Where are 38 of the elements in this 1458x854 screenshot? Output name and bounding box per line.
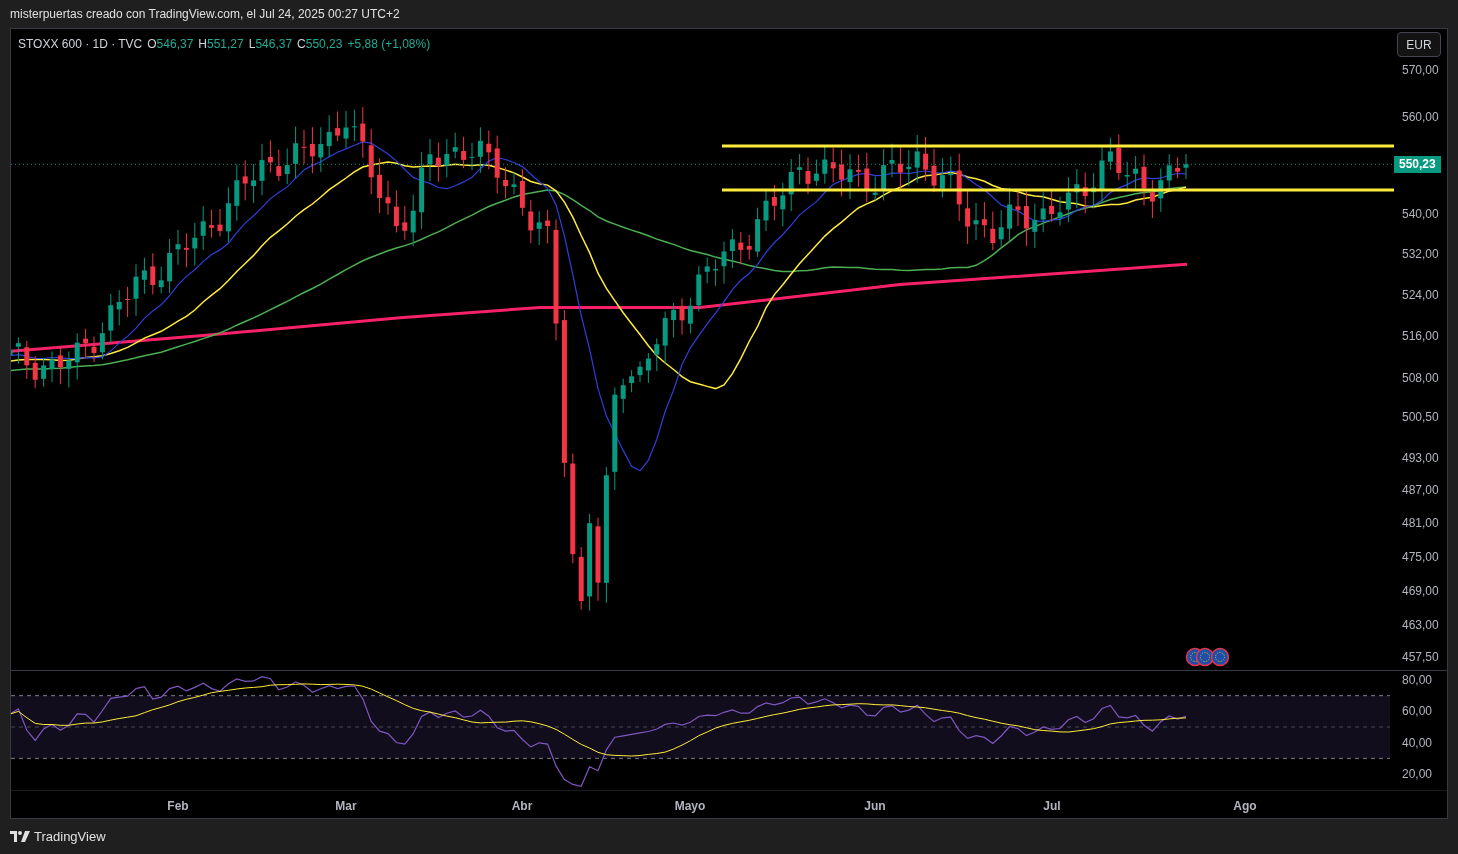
brand-logo-icon bbox=[10, 831, 30, 842]
price-axis-label: 560,00 bbox=[1402, 110, 1439, 125]
time-axis-label: Abr bbox=[511, 798, 533, 815]
price-axis-label: 570,00 bbox=[1402, 63, 1439, 77]
rsi-axis-label: 60,00 bbox=[1402, 704, 1433, 719]
price-axis-label: 532,00 bbox=[1402, 247, 1439, 262]
ohlc-value: C550,23 bbox=[297, 36, 343, 53]
price-axis-label: 469,00 bbox=[1402, 583, 1439, 598]
time-axis-label: Ago bbox=[1233, 798, 1257, 815]
price-axis-label: 463,00 bbox=[1402, 618, 1439, 633]
time-axis-label: Feb bbox=[167, 798, 189, 815]
price-axis-label: 516,00 bbox=[1402, 328, 1439, 343]
price-axis-label: 500,50 bbox=[1402, 410, 1439, 425]
event-flag-icon[interactable] bbox=[1210, 647, 1230, 667]
rsi-axis-label: 80,00 bbox=[1402, 673, 1433, 687]
price-axis-label: 508,00 bbox=[1402, 370, 1439, 385]
time-axis-label: Jul bbox=[1043, 798, 1061, 815]
price-axis-label: 481,00 bbox=[1402, 516, 1439, 531]
current-price-tag: 550,23 bbox=[1394, 156, 1441, 174]
price-axis-label: 540,00 bbox=[1402, 207, 1439, 222]
price-axis-label: 524,00 bbox=[1402, 287, 1439, 302]
symbol-label: STOXX 600 · 1D · TVC bbox=[18, 36, 143, 53]
price-axis-label: 457,50 bbox=[1402, 650, 1439, 665]
time-axis-label: Mayo bbox=[674, 798, 706, 815]
snapshot-title: misterpuertas creado con TradingView.com, el Jul 24, 2025 00:27 UTC+2 bbox=[10, 6, 400, 23]
price-change: +5,88 (+1,08%) bbox=[347, 36, 431, 53]
ohlc-value: L546,37 bbox=[248, 36, 293, 53]
rsi-axis-label: 40,00 bbox=[1402, 735, 1433, 750]
time-axis-label: Jun bbox=[864, 798, 886, 815]
price-axis-label: 493,00 bbox=[1402, 450, 1439, 465]
brand-name: TradingView bbox=[34, 827, 106, 846]
price-axis-label: 475,00 bbox=[1402, 549, 1439, 564]
time-axis-label: Mar bbox=[335, 798, 357, 815]
currency-button[interactable]: EUR bbox=[1397, 32, 1441, 57]
ohlc-value: O546,37 bbox=[147, 36, 194, 53]
price-axis-label: 487,00 bbox=[1402, 483, 1439, 498]
ohlc-value: H551,27 bbox=[198, 36, 244, 53]
rsi-axis-label: 20,00 bbox=[1402, 767, 1433, 781]
